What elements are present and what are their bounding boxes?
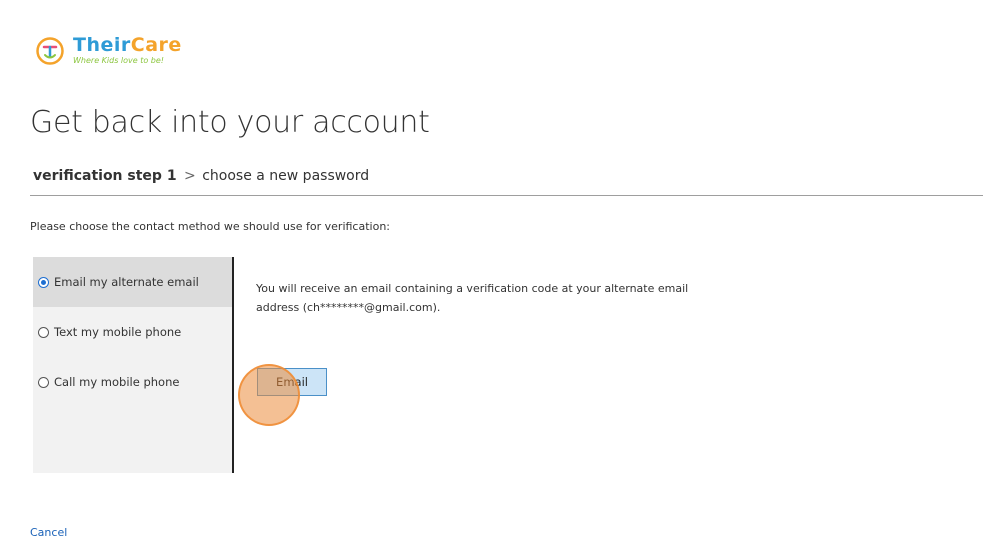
instruction-text: Please choose the contact method we shou… [30,220,390,233]
next-step: choose a new password [202,168,370,184]
brand-logo-icon [36,37,64,65]
steps-divider [30,195,983,196]
step-separator: > [184,168,196,184]
method-label: Text my mobile phone [54,325,182,339]
method-label: Call my mobile phone [54,375,180,389]
cancel-link[interactable]: Cancel [30,525,67,541]
page-title: Get back into your account [30,105,430,140]
email-button[interactable]: Email [257,368,327,396]
radio-unchecked-icon[interactable] [38,376,49,388]
vertical-divider [232,257,234,473]
method-call-option[interactable]: Call my mobile phone [33,357,232,407]
contact-method-list: Email my alternate email Text my mobile … [33,257,232,473]
radio-checked-icon[interactable] [38,276,49,288]
current-step: verification step 1 [33,168,177,184]
method-email-option[interactable]: Email my alternate email [33,257,232,307]
brand-name: TheirCare [73,34,182,56]
radio-unchecked-icon[interactable] [38,326,49,338]
method-description: You will receive an email containing a v… [256,282,689,314]
brand-tagline: Where Kids love to be! [73,56,165,65]
method-text-option[interactable]: Text my mobile phone [33,307,232,357]
method-label: Email my alternate email [54,275,199,289]
brand-logo: TheirCare Where Kids love to be! [35,35,182,69]
step-breadcrumb: verification step 1 > choose a new passw… [33,166,369,186]
